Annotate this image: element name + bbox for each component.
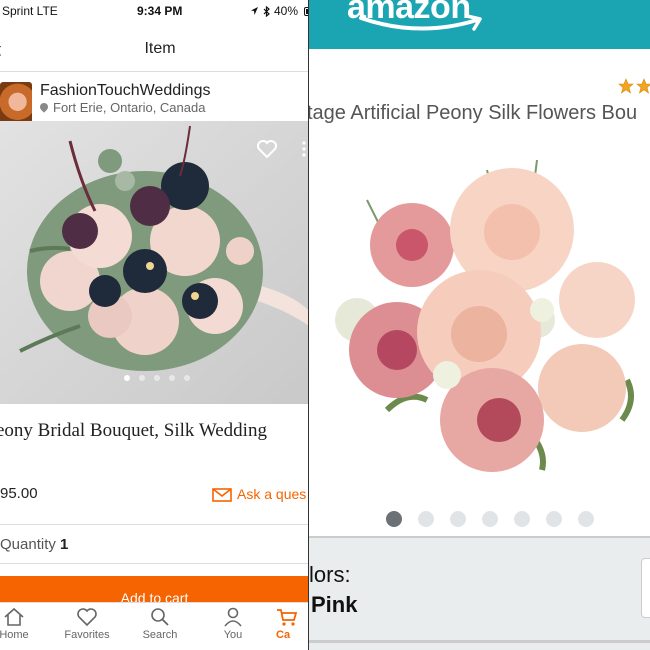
home-icon: [4, 607, 24, 626]
carrier-label: Sprint LTE: [2, 4, 58, 18]
shop-avatar[interactable]: [0, 82, 32, 126]
shop-location-text: Fort Erie, Ontario, Canada: [53, 100, 206, 115]
shop-location: Fort Erie, Ontario, Canada: [40, 100, 205, 115]
tab-label: Search: [142, 629, 178, 641]
product-image[interactable]: [327, 150, 650, 480]
favorite-heart-icon[interactable]: [256, 138, 278, 160]
quantity-label: Quantity: [0, 536, 56, 553]
tab-search[interactable]: Search: [130, 607, 190, 641]
carousel-dot[interactable]: [482, 511, 498, 527]
divider: [309, 640, 650, 643]
status-icons: 40%: [250, 4, 309, 18]
quantity-selector[interactable]: Quantity 1: [0, 536, 68, 553]
carousel-dot[interactable]: [169, 375, 175, 381]
rating-stars[interactable]: [618, 78, 650, 94]
carousel-dot[interactable]: [418, 511, 434, 527]
bluetooth-icon: [263, 5, 270, 17]
battery-percent: 40%: [274, 4, 299, 18]
user-icon: [224, 607, 242, 627]
divider: [0, 524, 309, 525]
envelope-icon: [212, 488, 232, 502]
cart-icon: [277, 609, 298, 626]
star-icon: [636, 78, 650, 94]
tab-label: You: [223, 629, 243, 641]
tab-favorites[interactable]: Favorites: [57, 607, 117, 641]
shop-name[interactable]: FashionTouchWeddings: [40, 82, 210, 100]
quantity-value[interactable]: 1: [60, 536, 68, 553]
carousel-dot[interactable]: [124, 375, 130, 381]
divider: [0, 563, 309, 564]
color-swatch-option[interactable]: [641, 558, 650, 618]
tab-you[interactable]: You: [203, 607, 263, 641]
star-icon: [618, 78, 634, 94]
carousel-dot[interactable]: [184, 375, 190, 381]
carousel-dot[interactable]: [546, 511, 562, 527]
item-title: eony Bridal Bouquet, Silk Wedding: [0, 420, 267, 441]
ask-question-label[interactable]: Ask a ques: [237, 486, 306, 502]
amazon-app-screen: amazon tage Artificial Peony Silk Flower…: [309, 0, 650, 650]
selected-color: Pink: [311, 592, 358, 617]
shop-header[interactable]: FashionTouchWeddings Fort Erie, Ontario,…: [0, 74, 309, 126]
image-carousel-dots[interactable]: [124, 375, 190, 381]
page-title: Item: [144, 40, 176, 57]
carousel-dot[interactable]: [154, 375, 160, 381]
carousel-dot[interactable]: [514, 511, 530, 527]
more-options-icon[interactable]: [302, 141, 306, 157]
carousel-dot[interactable]: [139, 375, 145, 381]
tab-label: Home: [0, 629, 29, 641]
nav-bar: ‹ Item: [0, 28, 309, 72]
tab-home[interactable]: Home: [0, 607, 44, 641]
search-icon: [151, 608, 169, 626]
amazon-header: amazon: [309, 0, 650, 49]
location-arrow-icon: [251, 7, 258, 15]
item-photo[interactable]: [0, 121, 309, 404]
colors-label: lors:: [309, 562, 351, 587]
status-bar: Sprint LTE 9:34 PM 40%: [0, 0, 309, 22]
tab-label: Favorites: [64, 629, 110, 641]
amazon-smile-icon: [359, 14, 482, 31]
color-selector-panel: [309, 536, 650, 650]
etsy-app-screen: Sprint LTE 9:34 PM 40% ‹ Item FashionTou…: [0, 0, 309, 650]
tab-label: Ca: [276, 629, 291, 641]
bottom-tab-bar: Home Favorites Search You Ca: [0, 602, 309, 650]
ask-question-link[interactable]: Ask a ques: [212, 486, 306, 502]
bouquet-image: [0, 121, 309, 404]
location-pin-icon: [40, 103, 48, 113]
heart-icon: [77, 608, 97, 627]
carousel-dot[interactable]: [386, 511, 402, 527]
item-price: 95.00: [0, 485, 38, 502]
tab-cart[interactable]: Ca: [276, 607, 309, 641]
product-title: tage Artificial Peony Silk Flowers Bou: [309, 102, 638, 124]
clock: 9:34 PM: [137, 4, 183, 18]
carousel-dot[interactable]: [578, 511, 594, 527]
image-carousel-dots[interactable]: [386, 511, 594, 527]
carousel-dot[interactable]: [450, 511, 466, 527]
